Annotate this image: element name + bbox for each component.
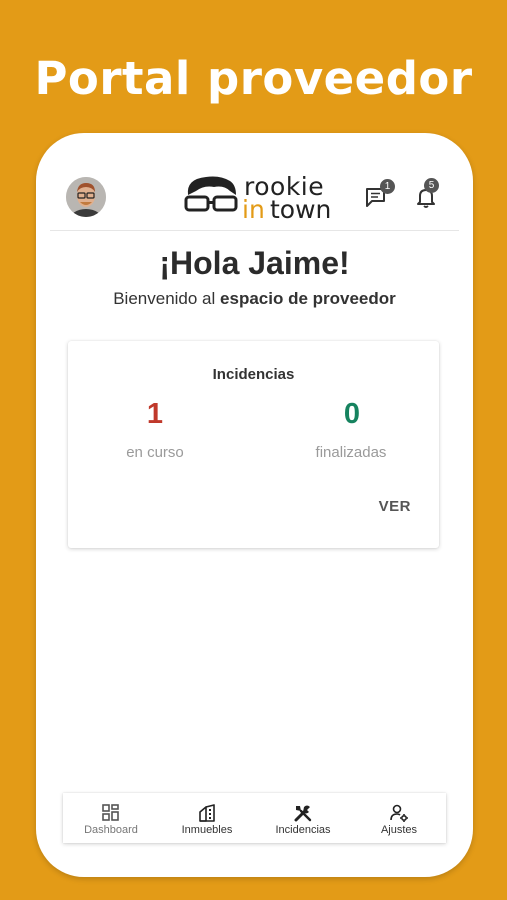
logo-text-in: in [242,195,265,224]
nav-label-ajustes: Ajustes [380,824,418,836]
welcome-text: Bienvenido al espacio de proveedor [36,289,473,309]
logo-text-town: town [270,195,332,224]
greeting-title: ¡Hola Jaime! [159,245,350,281]
incidents-card-title: Incidencias [212,366,295,383]
dashboard-grid-icon [102,804,119,821]
bottom-navigation: Dashboard Inmuebles Incidencias Ajustes [63,793,446,843]
incidents-card: Incidencias 1 en curso 0 finalizadas VER [68,341,439,548]
messages-button[interactable]: 1 [364,179,395,213]
welcome-prefix: Bienvenido al [113,289,221,308]
page-headline: Portal proveedor [34,52,473,105]
header-divider [50,230,459,231]
view-incidents-button[interactable]: VER [379,498,411,515]
rookie-intown-logo: rookie in town [184,171,334,224]
notifications-button[interactable]: 5 [414,178,442,213]
finished-count: 0 [343,398,361,430]
welcome-bold: espacio de proveedor [220,289,396,308]
user-settings-icon [390,804,408,822]
nav-label-inmuebles: Inmuebles [181,824,233,836]
avatar[interactable] [66,177,106,217]
in-progress-label: en curso [126,444,184,461]
nav-item-incidencias[interactable]: Incidencias [255,793,351,843]
app-header: rookie in town 1 5 [36,133,473,231]
notifications-badge: 5 [424,178,439,193]
logo-face-icon [184,176,238,212]
nav-label-dashboard: Dashboard [84,824,138,836]
nav-label-incidencias: Incidencias [275,824,331,836]
finished-label: finalizadas [315,444,387,461]
building-icon [199,804,215,822]
nav-item-dashboard[interactable]: Dashboard [63,793,159,843]
in-progress-count: 1 [146,398,164,430]
nav-item-inmuebles[interactable]: Inmuebles [159,793,255,843]
messages-badge: 1 [380,179,395,194]
tools-icon [294,805,312,822]
nav-item-ajustes[interactable]: Ajustes [351,793,447,843]
phone-screen: rookie in town 1 5 ¡Hola Jaime! Bienveni… [36,133,473,877]
